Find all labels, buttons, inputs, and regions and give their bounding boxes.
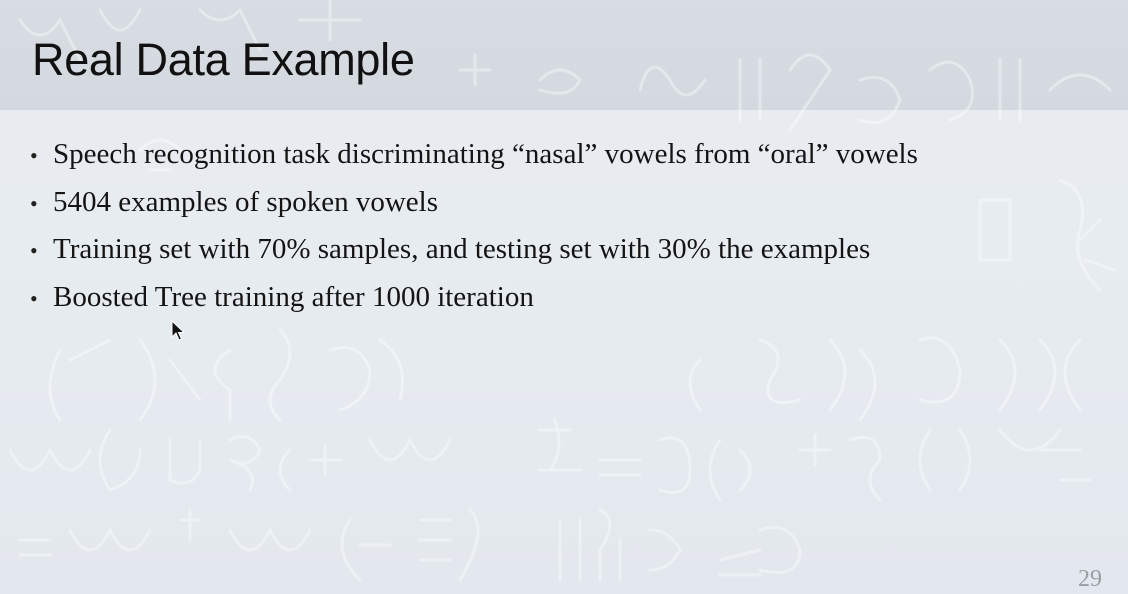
- bullet-item: • Speech recognition task discriminating…: [30, 138, 918, 186]
- bullet-list: • Speech recognition task discriminating…: [30, 138, 918, 328]
- bullet-dot: •: [30, 143, 38, 168]
- bullet-dot: •: [30, 238, 38, 263]
- bullet-dot: •: [30, 285, 38, 311]
- bullet-item: • Boosted Tree training after 1000 itera…: [30, 281, 918, 329]
- slide-title: Real Data Example: [32, 34, 415, 85]
- mouse-pointer-icon: [171, 320, 185, 341]
- bullet-text: Training set with 70% samples, and testi…: [53, 233, 871, 265]
- bullet-item: • 5404 examples of spoken vowels: [30, 186, 918, 234]
- slide: Real Data Example • Speech recognition t…: [0, 0, 1128, 594]
- bullet-item: • Training set with 70% samples, and tes…: [30, 233, 918, 281]
- bullet-text: Speech recognition task discriminating “…: [53, 138, 918, 170]
- bullet-text: 5404 examples of spoken vowels: [53, 185, 438, 218]
- bullet-text: Boosted Tree training after 1000 iterati…: [53, 280, 534, 313]
- bullet-dot: •: [30, 190, 38, 216]
- slide-page-number: 29: [1078, 566, 1102, 592]
